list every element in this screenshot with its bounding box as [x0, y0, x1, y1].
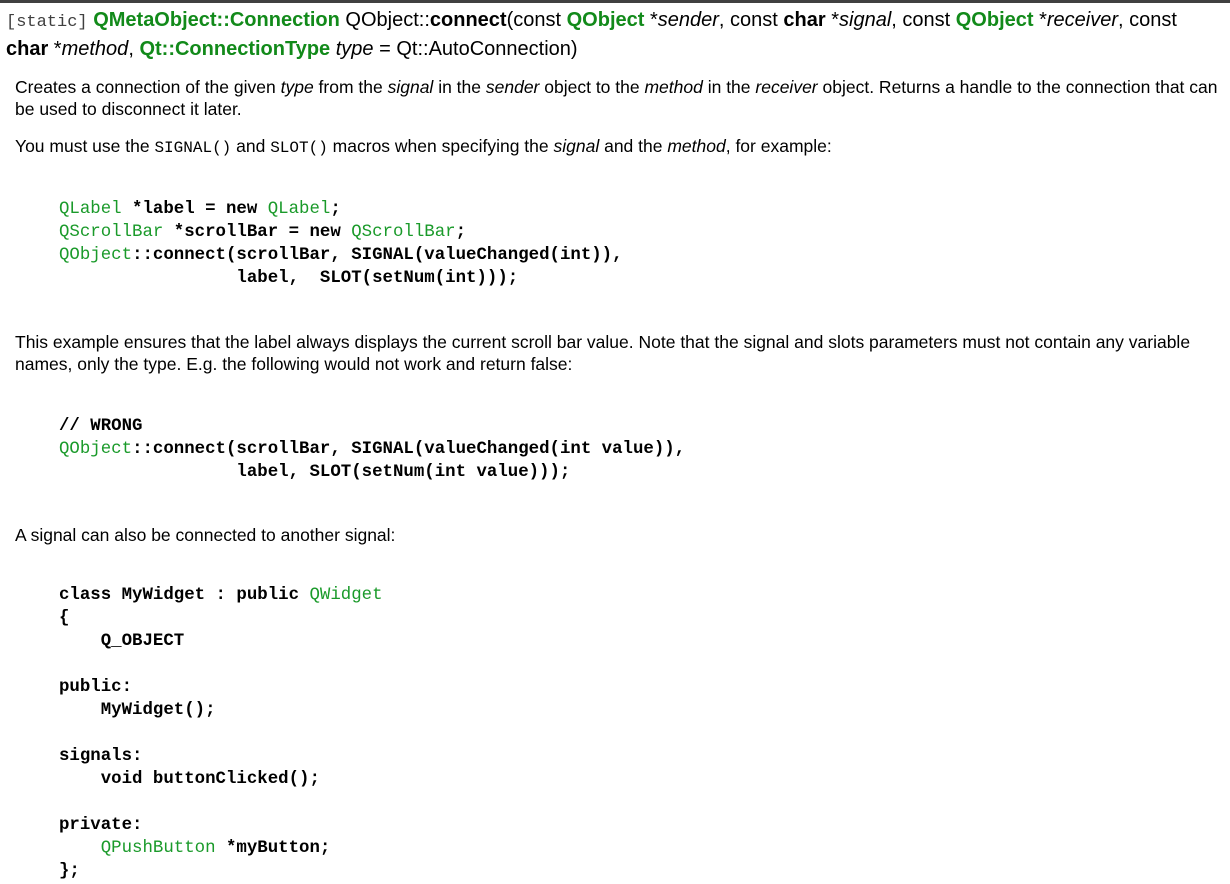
code-type-name: QObject [59, 440, 133, 459]
description-paragraph: Creates a connection of the given type f… [0, 76, 1230, 120]
code-line: QLabel *label = new QLabel; [59, 200, 341, 219]
em-method: method [644, 77, 703, 97]
macro-usage-paragraph: You must use the SIGNAL() and SLOT() mac… [0, 135, 1230, 159]
text: and the [599, 136, 668, 156]
code-line: Q_OBJECT [59, 632, 185, 651]
em-method: method [667, 136, 726, 156]
explanation-paragraph: This example ensures that the label alwa… [15, 332, 1191, 374]
return-type-link[interactable]: QMetaObject::Connection [93, 9, 340, 31]
signal-macro: SIGNAL() [154, 139, 232, 157]
class-prefix: QObject:: [345, 9, 430, 31]
param-type: type [335, 38, 374, 60]
text: from the [313, 77, 388, 97]
code-line: signals: [59, 747, 143, 766]
code-line: }; [59, 862, 80, 881]
code-line: label, SLOT(setNum(int))); [59, 269, 519, 288]
code-type-name: QScrollBar [59, 223, 164, 242]
param-sender: sender [657, 9, 719, 31]
em-sender: sender [485, 77, 540, 97]
em-type: type [280, 77, 314, 97]
code-line: QObject::connect(scrollBar, SIGNAL(value… [59, 246, 623, 265]
code-type-name: QLabel [267, 200, 331, 219]
em-receiver: receiver [755, 77, 818, 97]
sig-text: , const [891, 9, 956, 31]
text: macros when specifying the [327, 136, 554, 156]
sig-text: (const [506, 9, 567, 31]
code-line: public: [59, 678, 133, 697]
param-method: method [61, 38, 129, 60]
text: object to the [539, 77, 645, 97]
default-value: = Qt::AutoConnection) [373, 38, 578, 60]
code-type-name: QLabel [59, 200, 122, 219]
code-line: class MyWidget : public QWidget [59, 586, 383, 605]
code-line: label, SLOT(setNum(int value))); [59, 463, 571, 482]
code-example-wrong: // WRONG QObject::connect(scrollBar, SIG… [0, 415, 1230, 484]
text: and [231, 136, 271, 156]
param-receiver: receiver [1046, 9, 1119, 31]
signal-to-signal-paragraph: A signal can also be connected to anothe… [15, 525, 396, 545]
code-line: QObject::connect(scrollBar, SIGNAL(value… [59, 440, 686, 459]
qobject-type-link[interactable]: QObject [567, 9, 645, 31]
text: in the [702, 77, 756, 97]
static-tag: [static] [6, 13, 88, 32]
code-line: void buttonClicked(); [59, 770, 320, 789]
em-signal: signal [553, 136, 600, 156]
connection-type-link[interactable]: Qt::ConnectionType [139, 38, 330, 60]
text: in the [433, 77, 486, 97]
code-line: QScrollBar *scrollBar = new QScrollBar; [59, 223, 467, 242]
code-type-name: QWidget [309, 586, 383, 605]
code-line: // WRONG [59, 417, 143, 436]
code-example-connect: QLabel *label = new QLabel; QScrollBar *… [0, 198, 1230, 290]
slot-macro: SLOT() [270, 139, 328, 157]
doc-page: [static] QMetaObject::Connection QObject… [0, 3, 1230, 883]
code-type-name: QScrollBar [351, 223, 456, 242]
text: Creates a connection of the given [15, 77, 281, 97]
code-line: { [59, 609, 70, 628]
text: , for example: [725, 136, 832, 156]
qobject-type-link[interactable]: QObject [956, 9, 1034, 31]
code-example-class: class MyWidget : public QWidget { Q_OBJE… [0, 584, 1230, 883]
code-type-name: QObject [59, 246, 133, 265]
em-signal: signal [387, 77, 434, 97]
keyword-char: char [783, 9, 826, 31]
code-line: private: [59, 816, 143, 835]
code-line: QPushButton *myButton; [100, 839, 331, 858]
sig-text: , const [1118, 9, 1177, 31]
text: You must use the [15, 136, 155, 156]
function-name: connect [429, 9, 507, 31]
code-type-name: QPushButton [100, 839, 216, 858]
code-line: MyWidget(); [59, 701, 216, 720]
sig-text: , const [718, 9, 784, 31]
function-signature: [static] QMetaObject::Connection QObject… [6, 9, 1177, 60]
keyword-char: char [6, 38, 49, 60]
param-signal: signal [839, 9, 892, 31]
